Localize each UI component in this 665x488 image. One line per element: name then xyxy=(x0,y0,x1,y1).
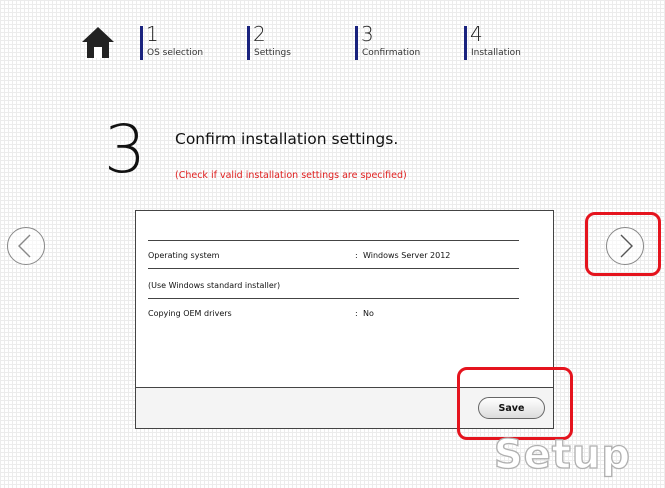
step-bar xyxy=(247,26,250,60)
page-title: Confirm installation settings. xyxy=(175,130,399,148)
step-bar xyxy=(355,26,358,60)
step-label: Confirmation xyxy=(362,48,421,58)
setting-separator: : xyxy=(355,309,358,318)
setup-watermark: Setup xyxy=(493,431,631,478)
home-icon[interactable] xyxy=(80,24,116,60)
setting-value: Windows Server 2012 xyxy=(363,251,451,260)
step-label: OS selection xyxy=(147,48,204,58)
step-number: 4 xyxy=(470,22,483,46)
step-label: Installation xyxy=(471,48,521,58)
setting-label: Operating system xyxy=(148,251,220,260)
divider xyxy=(148,298,519,299)
chevron-left-icon xyxy=(18,234,31,258)
setting-label: (Use Windows standard installer) xyxy=(148,281,281,290)
setting-separator: : xyxy=(355,251,358,260)
divider xyxy=(148,268,519,269)
step-bar xyxy=(140,26,143,60)
step-number: 1 xyxy=(146,22,159,46)
step-bar xyxy=(464,26,467,60)
current-step-number: 3 xyxy=(104,111,146,188)
divider xyxy=(148,240,519,241)
next-button-highlight xyxy=(585,212,661,276)
save-button-highlight xyxy=(457,367,573,440)
step-label: Settings xyxy=(254,48,291,58)
setting-label: Copying OEM drivers xyxy=(148,309,232,318)
setting-value: No xyxy=(363,309,374,318)
step-number: 3 xyxy=(361,22,374,46)
step-number: 2 xyxy=(253,22,266,46)
prev-button[interactable] xyxy=(7,227,45,265)
page-subtitle: (Check if valid installation settings ar… xyxy=(175,170,407,181)
